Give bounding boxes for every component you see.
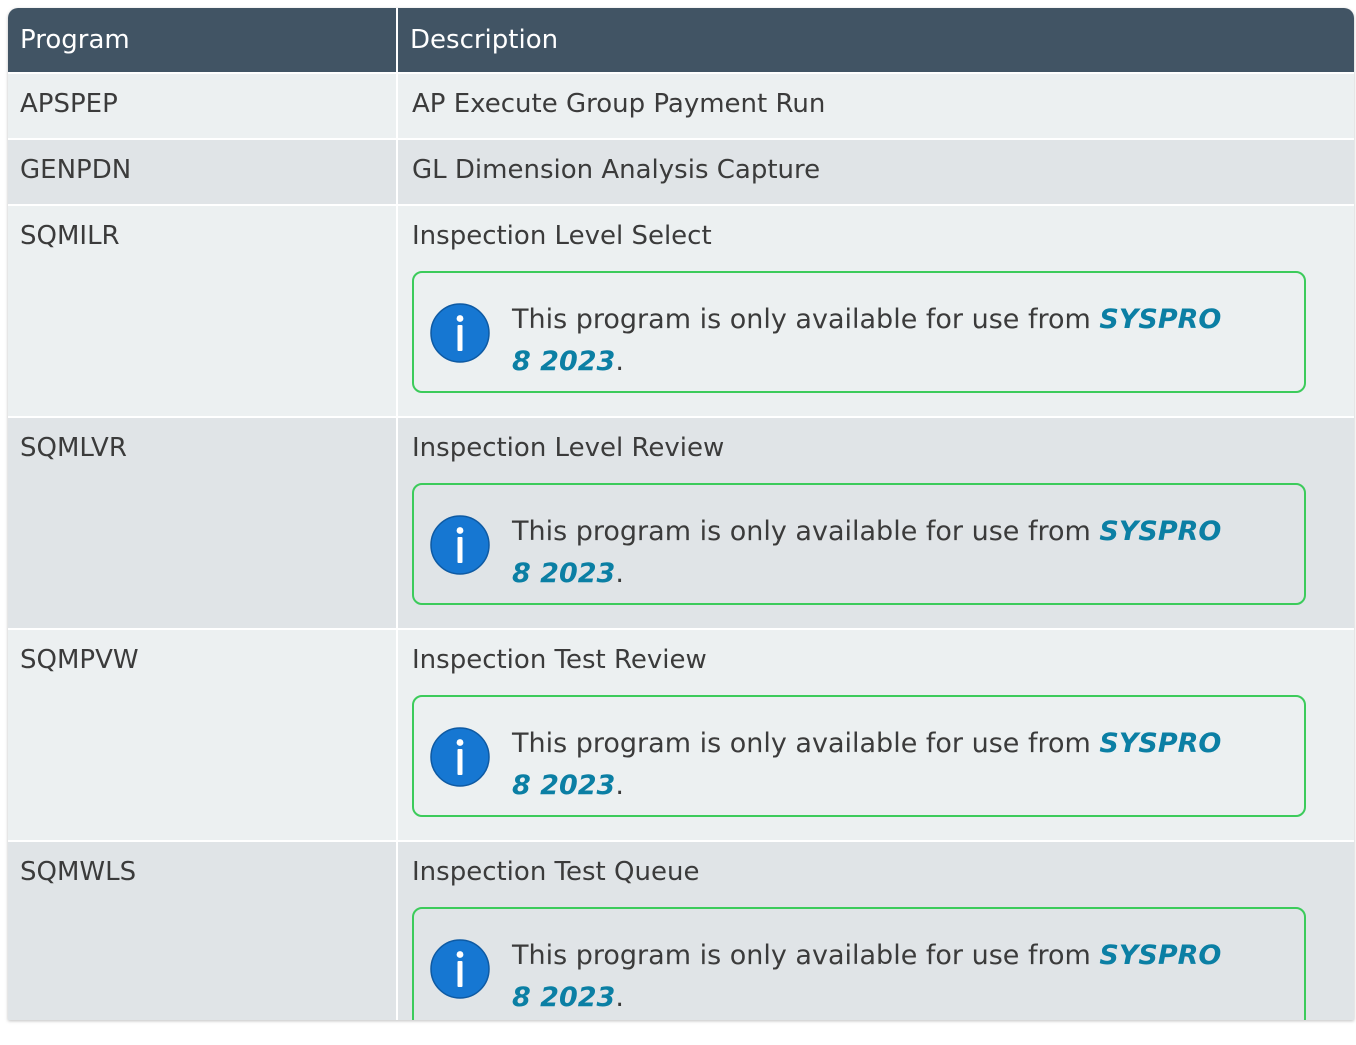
info-note: This program is only available for use f…	[412, 271, 1306, 393]
info-note: This program is only available for use f…	[412, 907, 1306, 1020]
note-text-after: .	[615, 346, 624, 377]
info-note: This program is only available for use f…	[412, 695, 1306, 817]
note-text: This program is only available for use f…	[512, 299, 1232, 383]
info-icon	[430, 727, 490, 787]
note-text-before: This program is only available for use f…	[512, 516, 1100, 547]
table-row: APSPEP AP Execute Group Payment Run	[8, 72, 1354, 138]
program-cell: SQMPVW	[8, 630, 398, 840]
note-text-after: .	[615, 770, 624, 801]
info-note: This program is only available for use f…	[412, 483, 1306, 605]
note-text-after: .	[615, 558, 624, 589]
description-cell-with-note: Inspection Level Review This program is …	[398, 418, 1354, 628]
programs-table: Program Description APSPEP AP Execute Gr…	[8, 8, 1354, 1020]
program-cell: GENPDN	[8, 140, 398, 204]
note-text: This program is only available for use f…	[512, 935, 1232, 1019]
header-program: Program	[8, 8, 398, 72]
info-icon	[430, 939, 490, 999]
info-icon	[430, 303, 490, 363]
table-header: Program Description	[8, 8, 1354, 72]
table-row: GENPDN GL Dimension Analysis Capture	[8, 138, 1354, 204]
table-row: SQMPVW Inspection Test Review This progr…	[8, 628, 1354, 840]
note-text-before: This program is only available for use f…	[512, 728, 1100, 759]
program-cell: SQMWLS	[8, 842, 398, 1020]
note-text-after: .	[615, 982, 624, 1013]
table-row: SQMILR Inspection Level Select This prog…	[8, 204, 1354, 416]
note-text: This program is only available for use f…	[512, 511, 1232, 595]
description-cell-with-note: Inspection Test Review This program is o…	[398, 630, 1354, 840]
header-description: Description	[410, 25, 559, 55]
table-row: SQMLVR Inspection Level Review This prog…	[8, 416, 1354, 628]
note-text-before: This program is only available for use f…	[512, 940, 1100, 971]
note-text: This program is only available for use f…	[512, 723, 1232, 807]
description-text: Inspection Level Select	[412, 221, 712, 251]
description-text: Inspection Test Queue	[412, 857, 700, 887]
program-cell: SQMLVR	[8, 418, 398, 628]
note-text-before: This program is only available for use f…	[512, 304, 1100, 335]
description-text: Inspection Level Review	[412, 433, 725, 463]
description-cell: GL Dimension Analysis Capture	[412, 155, 821, 185]
info-icon	[430, 515, 490, 575]
description-text: Inspection Test Review	[412, 645, 707, 675]
description-cell-with-note: Inspection Level Select This program is …	[398, 206, 1354, 416]
description-cell: AP Execute Group Payment Run	[412, 89, 826, 119]
table-row: SQMWLS Inspection Test Queue This progra…	[8, 840, 1354, 1020]
description-cell-with-note: Inspection Test Queue This program is on…	[398, 842, 1354, 1020]
program-cell: SQMILR	[8, 206, 398, 416]
program-cell: APSPEP	[8, 74, 398, 138]
